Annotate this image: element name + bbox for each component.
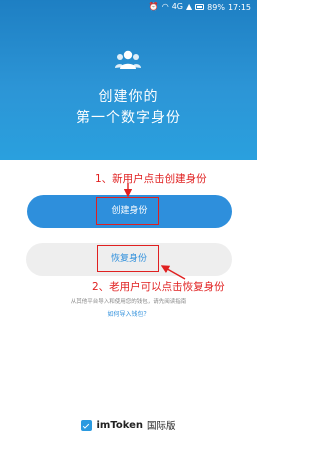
wifi-icon: ◠ [161, 2, 169, 11]
hero-banner [0, 0, 257, 160]
import-hint-text: 从其他平台导入和使用您的钱包，请先阅读指南 [70, 299, 187, 305]
battery-percent: 89% [207, 2, 225, 12]
brand-footer: imToken 国际版 [0, 416, 257, 434]
battery-icon [195, 4, 205, 10]
imtoken-logo-icon [81, 419, 93, 431]
hero-title-line2: 第一个数字身份 [76, 110, 181, 126]
highlight-box-create [96, 197, 159, 225]
signal-label: 4G [171, 2, 183, 11]
alarm-icon: ⏰ [148, 2, 159, 11]
hero-title-line1: 创建你的 [98, 89, 159, 105]
annotation-restore: 2、老用户可以点击恢复身份 [92, 281, 225, 293]
highlight-box-restore [97, 245, 159, 272]
import-wallet-link[interactable]: 如何导入钱包？ [0, 309, 257, 318]
status-time: 17:15 [227, 2, 251, 12]
users-icon [115, 50, 141, 69]
status-bar: ⏰ ◠ 4G ▲ 89% 17:15 [0, 0, 257, 14]
brand-suffix: 国际版 [146, 421, 176, 432]
screen: ⏰ ◠ 4G ▲ 89% 17:15 创建你的 第一个数字身份 1、新用户点击创… [0, 0, 257, 457]
signal-icon: ▲ [186, 2, 193, 11]
annotation-create: 1、新用户点击创建身份 [95, 173, 207, 185]
brand-name: imToken [96, 419, 143, 431]
